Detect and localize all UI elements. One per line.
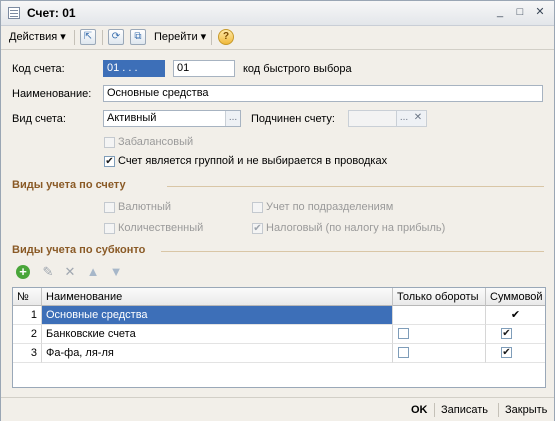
add-row-icon[interactable]: + [16,265,30,279]
column-header-name[interactable]: Наименование [42,288,393,306]
move-up-icon[interactable]: ▲ [85,264,101,280]
refresh-icon[interactable]: ⟳ [108,29,124,45]
type-value: Активный [107,112,157,124]
close-button[interactable]: Закрыть [505,402,547,418]
chevron-down-icon: ▾ [60,31,66,43]
quick-code-field[interactable]: 01 [173,60,235,77]
chevron-down-icon: ▾ [200,31,207,43]
parent-label: Подчинен счету: [251,113,335,125]
quantity-label: Количественный [118,222,204,234]
goto-menu[interactable]: Перейти ▾ [154,29,206,46]
subconto-table[interactable]: № Наименование Только обороты Суммовой 1… [12,287,546,388]
tax-label: Налоговый (по налогу на прибыль) [266,222,446,234]
goto-label: Перейти [154,31,198,43]
account-window: Счет: 01 _ □ ✕ Действия ▾ ⇱ ⟳ ⧉ Перейти … [0,0,555,421]
code-field[interactable]: 01 . . . [103,60,165,77]
table-row-name[interactable]: Основные средства [42,306,393,325]
offbalance-checkbox[interactable] [104,137,115,148]
table-row-num: 1 [13,306,42,325]
column-header-sum[interactable]: Суммовой [486,288,545,306]
table-row-turnover[interactable] [393,344,486,363]
group-label: Счет является группой и не выбирается в … [118,155,388,167]
accounting-types-title: Виды учета по счету [12,179,126,191]
footer-divider [498,403,499,417]
window-title: Счет: 01 [27,6,76,20]
table-row-turnover[interactable] [393,306,486,325]
table-row-num: 2 [13,325,42,344]
title-bar: Счет: 01 _ □ ✕ [1,1,554,26]
toolbar-divider [211,30,212,45]
close-icon[interactable]: ✕ [533,5,547,19]
column-header-num[interactable]: № [13,288,42,306]
clear-icon[interactable]: ✕ [411,111,425,126]
divisions-label: Учет по подразделениям [266,201,394,213]
section-divider [167,186,544,187]
quantity-checkbox[interactable] [104,223,115,234]
offbalance-label: Забалансовый [118,136,194,148]
currency-checkbox[interactable] [104,202,115,213]
help-icon[interactable]: ? [218,29,234,45]
sum-checkbox[interactable]: ✔ [501,328,512,339]
table-row-name[interactable]: Фа-фа, ля-ля [42,344,393,363]
group-checkbox[interactable]: ✔ [104,156,115,167]
turnover-checkbox[interactable] [398,347,409,358]
table-row-sum[interactable]: ✔ [486,306,545,325]
move-down-icon[interactable]: ▼ [108,264,124,280]
currency-label: Валютный [118,201,172,213]
ok-button[interactable]: OK [411,402,428,418]
divisions-checkbox[interactable] [252,202,263,213]
tax-checkbox[interactable]: ✔ [252,223,263,234]
column-header-turnover[interactable]: Только обороты [393,288,486,306]
actions-menu[interactable]: Действия ▾ [9,29,66,46]
toolbar-divider [74,30,75,45]
actions-label: Действия [9,31,58,43]
table-row-turnover[interactable] [393,325,486,344]
copy-icon[interactable]: ⧉ [130,29,146,45]
toolbar-divider [102,30,103,45]
table-row-num: 3 [13,344,42,363]
quick-code-label: код быстрого выбора [243,63,352,75]
table-row-name[interactable]: Банковские счета [42,325,393,344]
type-field[interactable]: Активный ... [103,110,241,127]
save-button[interactable]: Записать [441,402,488,418]
type-label: Вид счета: [12,113,66,125]
form-icon [8,7,20,19]
minimize-icon[interactable]: _ [493,5,507,19]
delete-icon[interactable]: ✕ [62,264,78,280]
pencil-icon[interactable]: ✎ [40,264,56,280]
code-label: Код счета: [12,63,65,75]
footer-bar: OK Записать Закрыть [1,397,554,421]
table-row-sum[interactable]: ✔ [486,344,545,363]
table-row-sum[interactable]: ✔ [486,325,545,344]
sum-checkbox[interactable]: ✔ [501,347,512,358]
maximize-icon[interactable]: □ [513,5,527,19]
section-divider [161,251,544,252]
post-document-icon[interactable]: ⇱ [80,29,96,45]
select-dots-icon[interactable]: ... [396,111,411,126]
toolbar: Действия ▾ ⇱ ⟳ ⧉ Перейти ▾ ? [1,26,554,50]
turnover-checkbox[interactable] [398,328,409,339]
parent-field[interactable]: ... ✕ [348,110,427,127]
name-field[interactable]: Основные средства [103,85,543,102]
footer-divider [434,403,435,417]
select-dots-icon[interactable]: ... [225,111,240,126]
subconto-title: Виды учета по субконто [12,244,146,256]
name-label: Наименование: [12,88,92,100]
